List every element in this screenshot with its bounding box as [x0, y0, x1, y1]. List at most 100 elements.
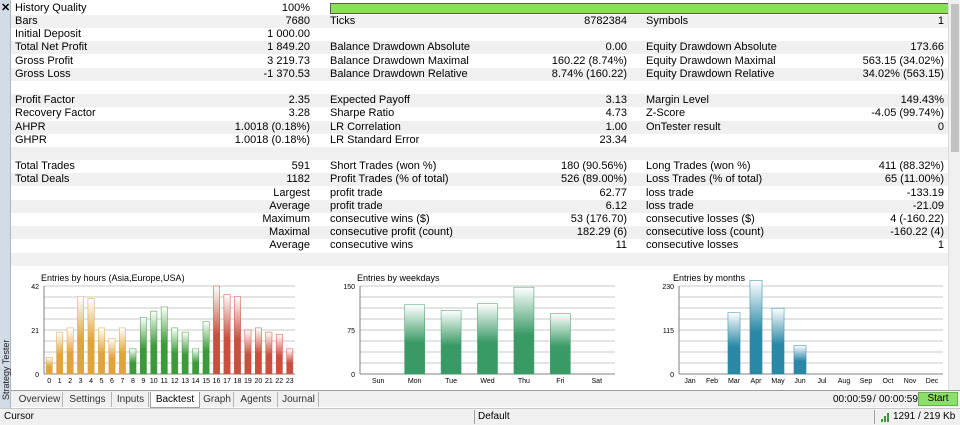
chart-svg: 0 115 230 Jan Feb Mar Apr May Jun Jul Aug Sep Oct Nov… [662, 280, 943, 385]
stat-label: loss trade [646, 199, 694, 212]
charts-area: 0 21 42 0 1 2 3 4 5 6 7 8 9 10 11 12 13 14 15 16 17 18 19 20 21 2… [11, 268, 948, 390]
stat-label: Loss Trades (% of total) [646, 173, 763, 186]
x-tick-label: 11 [161, 378, 168, 385]
chart-bar [150, 310, 158, 375]
chart-bar [129, 348, 137, 375]
stat-value: 23.34 [599, 133, 627, 146]
chart-bar [255, 327, 262, 375]
x-tick-label: Sep [860, 378, 873, 385]
x-tick-label: 8 [131, 378, 135, 385]
backtest-report: History Quality 100% Bars 7680 Ticks 878238… [11, 0, 948, 268]
stat-label: Bars [15, 15, 38, 27]
x-tick-label: Nov [904, 378, 917, 385]
stat-label: Total Trades [15, 160, 75, 173]
chart-entries-by-months: 0 115 230 Jan Feb Mar Apr May Jun Jul Aug Sep Oct Nov… [643, 268, 948, 390]
x-tick-label: Jan [684, 378, 695, 385]
stat-label: Largest [273, 186, 310, 199]
chart-bar [192, 348, 200, 375]
stat-value: 53 (176.70) [570, 213, 627, 225]
stat-value: 591 [291, 160, 310, 173]
chart-bar [45, 356, 53, 375]
chart-bar [793, 345, 807, 375]
stat-value: 2.35 [288, 94, 310, 107]
vertical-scrollbar[interactable] [948, 0, 960, 390]
x-tick-label: Tue [445, 378, 457, 385]
stat-label: GHPR [15, 133, 47, 146]
y-tick-label: 115 [663, 328, 674, 335]
stat-label: profit trade [330, 186, 383, 199]
history-quality-value: 100% [281, 2, 310, 14]
chart-bar [139, 317, 147, 375]
x-tick-label: Apr [751, 378, 763, 385]
stat-value: 1.0018 (0.18%) [234, 133, 310, 146]
status-cursor: Cursor [4, 411, 35, 422]
tab-settings[interactable]: Settings [64, 392, 112, 407]
tab-agents[interactable]: Agents [235, 392, 278, 407]
stat-label: Gross Loss [15, 67, 71, 80]
tab-backtest[interactable]: Backtest [150, 392, 200, 408]
stat-label: consecutive profit (count) [330, 226, 453, 239]
chart-bar [244, 329, 252, 375]
chart-bar [275, 333, 283, 375]
x-tick-label: 13 [181, 378, 189, 385]
chart-title: Entries by months [673, 273, 746, 283]
stat-value: 149.43% [900, 94, 944, 107]
y-tick-label: 42 [31, 284, 39, 291]
stat-value: 4 (-160.22) [890, 213, 944, 225]
x-tick-label: Mon [408, 378, 422, 385]
x-tick-label: Thu [518, 378, 530, 385]
x-tick-label: Fri [556, 378, 565, 385]
x-tick-label: 6 [110, 378, 114, 385]
chart-bar [171, 327, 179, 375]
y-tick-label: 75 [347, 328, 355, 335]
stat-label: consecutive loss (count) [646, 226, 764, 239]
y-tick-label: 230 [662, 284, 674, 291]
tab-overview[interactable]: Overview [17, 392, 63, 407]
chart-bar [477, 303, 498, 375]
x-tick-label: 1 [58, 378, 62, 385]
x-tick-label: 22 [275, 378, 283, 385]
stat-label: LR Correlation [330, 120, 401, 133]
history-quality-bar [330, 3, 948, 14]
stat-label: Z-Score [646, 107, 686, 120]
stat-value: 182.29 (6) [576, 226, 627, 239]
stat-value: 1182 [286, 173, 310, 186]
stat-value: 3 219.73 [267, 54, 310, 67]
status-bar: Cursor Default 1291 / 219 Kb [0, 408, 960, 425]
chart-entries-by-hours: 0 21 42 0 1 2 3 4 5 6 7 8 9 10 11 12 13 14 15 16 17 18 19 20 21 2… [11, 268, 327, 390]
tab-journal[interactable]: Journal [279, 392, 319, 407]
chart-svg: 021420 1 2 3 4 5 6 7 8 9 10 11 12 13 14 15 16 17 18 19 20 21 2… [31, 284, 295, 385]
signal-strength-icon [881, 413, 889, 422]
stat-label: Balance Drawdown Absolute [330, 41, 471, 54]
chart-bar [108, 338, 116, 375]
chart-bar [265, 331, 273, 375]
stat-label: Symbols [646, 15, 689, 27]
chart-bar [550, 313, 571, 375]
stat-value: 1 849.20 [267, 41, 310, 54]
close-icon[interactable]: ✕ [1, 3, 10, 14]
tab-inputs[interactable]: Inputs [113, 392, 149, 407]
start-button[interactable]: Start [918, 392, 958, 406]
tab-graph[interactable]: Graph [201, 392, 234, 407]
x-tick-label: 12 [171, 378, 179, 385]
stat-label: consecutive wins [330, 239, 414, 252]
stat-value: 0 [937, 120, 944, 133]
stats-row: Maximum consecutive wins ($) 53 (176.70) co… [11, 213, 948, 226]
y-tick-label: 21 [31, 328, 39, 335]
stat-value: -133.19 [906, 186, 944, 199]
stat-label: consecutive losses ($) [646, 213, 755, 225]
chart-bar [749, 280, 763, 375]
stat-label: profit trade [330, 199, 383, 212]
time-separator: / [873, 394, 876, 405]
stats-row: GHPR 1.0018 (0.18%) LR Standard Error 23.34 [11, 134, 948, 147]
stats-row: Profit Factor 2.35 Expected Payoff 3.13 Marg… [11, 94, 948, 108]
stat-label: Equity Drawdown Maximal [646, 54, 776, 67]
stat-label: consecutive losses [646, 239, 739, 252]
side-panel-label: Strategy Tester [0, 339, 11, 400]
chart-bar [202, 321, 210, 375]
x-tick-label: Wed [480, 378, 494, 385]
chart-bar [181, 331, 189, 375]
scrollbar-thumb[interactable] [951, 4, 959, 152]
x-tick-label: Dec [926, 378, 939, 385]
x-tick-label: 3 [79, 378, 83, 385]
